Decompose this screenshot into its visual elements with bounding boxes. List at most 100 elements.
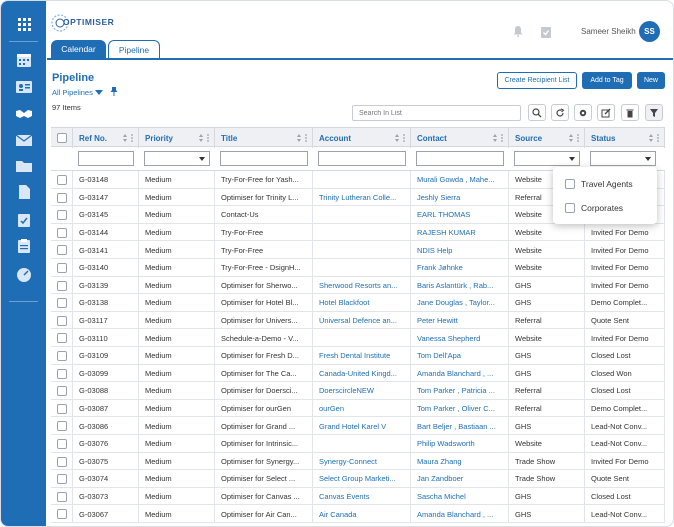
row-checkbox[interactable] (57, 245, 67, 256)
user-avatar[interactable]: SS (639, 21, 660, 42)
row-checkbox[interactable] (57, 315, 67, 326)
row-checkbox[interactable] (57, 263, 67, 273)
pin-icon[interactable] (110, 87, 118, 96)
select-all-checkbox[interactable] (57, 133, 67, 143)
pipeline-filter-dropdown[interactable]: All Pipelines (52, 88, 103, 97)
account-cell[interactable]: Canada-United Kingd... (313, 364, 411, 383)
table-row[interactable]: G-03144 Medium Try-For-Free RAJESH KUMAR Web… (51, 223, 665, 242)
account-cell[interactable]: Fresh Dental Institute (313, 347, 411, 365)
contact-cell[interactable]: NDIS Help (411, 241, 509, 259)
table-row[interactable]: G-03141 Medium Try-For-Free NDIS Help Websit… (51, 241, 665, 259)
add-to-tag-button[interactable]: Add to Tag (582, 72, 632, 89)
row-checkbox[interactable] (57, 386, 67, 397)
source-option-corporates[interactable]: Corporates (565, 202, 623, 214)
create-recipient-list-button[interactable]: Create Recipient List (497, 72, 577, 89)
row-checkbox[interactable] (57, 509, 67, 520)
table-row[interactable]: G-03067 Medium Optimiser for Air Can... Air… (51, 505, 665, 523)
column-header-account[interactable]: Account (313, 128, 411, 148)
apps-grid-icon[interactable] (15, 16, 33, 32)
contact-cell[interactable]: Tom Dell'Apa (411, 347, 509, 365)
search-input[interactable] (352, 105, 521, 121)
corporates-checkbox[interactable] (565, 203, 575, 213)
table-row[interactable]: G-03140 Medium Try-For-Free - DsignH... Fra… (51, 259, 665, 277)
contact-cell[interactable]: Amanda Blanchard , ... (411, 364, 509, 383)
contact-cell[interactable]: EARL THOMAS (411, 206, 509, 224)
account-cell[interactable]: DoerscircleNEW (313, 382, 411, 400)
table-row[interactable]: G-03138 Medium Optimiser for Hotel Bl... Ho… (51, 294, 665, 312)
table-row[interactable]: G-03073 Medium Optimiser for Canvas ... Can… (51, 487, 665, 506)
task-clipboard-icon[interactable] (540, 25, 552, 38)
filter-button[interactable] (645, 104, 663, 121)
row-checkbox[interactable] (57, 192, 67, 203)
search-button[interactable] (528, 104, 546, 121)
column-header-source[interactable]: Source (509, 128, 585, 148)
contact-cell[interactable]: Sascha Michel (411, 487, 509, 506)
column-header-status[interactable]: Status (585, 128, 665, 148)
row-checkbox[interactable] (57, 227, 67, 238)
account-cell[interactable]: Grand Hotel Karel V (313, 417, 411, 435)
table-row[interactable]: G-03087 Medium Optimiser for ourGen ourGen T… (51, 399, 665, 418)
row-checkbox[interactable] (57, 333, 67, 344)
account-cell[interactable]: Sherwood Resorts an... (313, 276, 411, 295)
row-checkbox[interactable] (57, 351, 67, 361)
dashboard-gauge-icon[interactable] (15, 266, 33, 282)
column-header-title[interactable]: Title (215, 128, 313, 148)
delete-button[interactable] (621, 104, 639, 121)
contact-cell[interactable]: Jeshly Sierra (411, 188, 509, 207)
row-checkbox[interactable] (57, 210, 67, 221)
contact-cell[interactable]: Frank Jøhnke (411, 259, 509, 277)
table-row[interactable]: G-03075 Medium Optimiser for Synergy... Syn… (51, 452, 665, 471)
clipboard-icon[interactable] (15, 238, 33, 254)
account-cell[interactable]: Air Canada (313, 505, 411, 523)
row-checkbox[interactable] (57, 368, 67, 379)
travel-agents-checkbox[interactable] (565, 179, 575, 189)
contact-cell[interactable]: Tom Parker , Oliver C... (411, 399, 509, 418)
contacts-card-icon[interactable] (15, 79, 33, 95)
contact-filter-input[interactable] (416, 151, 504, 166)
notification-bell-icon[interactable] (512, 25, 524, 37)
contact-cell[interactable]: Jan Zandboer (411, 470, 509, 488)
account-cell[interactable]: Universal Defence an... (313, 311, 411, 330)
column-header-ref-no[interactable]: Ref No. (73, 128, 139, 148)
row-checkbox[interactable] (57, 456, 67, 467)
contact-cell[interactable]: Murali Gowda , Mahe... (411, 171, 509, 189)
table-row[interactable]: G-03076 Medium Optimiser for Intrinsic... P… (51, 435, 665, 453)
table-row[interactable]: G-03139 Medium Optimiser for Sherwo... Sher… (51, 276, 665, 295)
column-header-contact[interactable]: Contact (411, 128, 509, 148)
ref-no-filter-input[interactable] (78, 151, 134, 166)
row-checkbox[interactable] (57, 403, 67, 414)
contact-cell[interactable]: Vanessa Shepherd (411, 329, 509, 347)
table-row[interactable]: G-03110 Medium Schedule-a-Demo - V... Vanes… (51, 329, 665, 347)
contact-cell[interactable]: RAJESH KUMAR (411, 223, 509, 242)
title-filter-input[interactable] (220, 151, 308, 166)
priority-filter-select[interactable] (144, 151, 210, 166)
contact-cell[interactable]: Bart Beljer , Bastiaan ... (411, 417, 509, 435)
calendar-icon[interactable] (15, 52, 33, 68)
tab-pipeline[interactable]: Pipeline (108, 40, 160, 58)
account-cell[interactable]: Select Group Marketi... (313, 470, 411, 488)
new-button[interactable]: New (637, 72, 665, 89)
row-checkbox[interactable] (57, 439, 67, 449)
document-icon[interactable] (15, 184, 33, 200)
table-row[interactable]: G-03099 Medium Optimiser for The Ca... Cana… (51, 364, 665, 383)
row-checkbox[interactable] (57, 280, 67, 291)
account-cell[interactable]: ourGen (313, 399, 411, 418)
account-filter-input[interactable] (318, 151, 406, 166)
table-row[interactable]: G-03074 Medium Optimiser for Select ... Sel… (51, 470, 665, 488)
tab-calendar[interactable]: Calendar (51, 40, 106, 58)
contact-cell[interactable]: Maura Zhang (411, 452, 509, 471)
table-row[interactable]: G-03086 Medium Optimiser for Grand ... Gran… (51, 417, 665, 435)
contact-cell[interactable]: Baris Aslantürk , Rab... (411, 276, 509, 295)
edit-button[interactable] (597, 104, 615, 121)
table-row[interactable]: G-03117 Medium Optimiser for Univers... Uni… (51, 311, 665, 330)
contact-cell[interactable]: Peter Hewitt (411, 311, 509, 330)
row-checkbox[interactable] (57, 474, 67, 485)
row-checkbox[interactable] (57, 175, 67, 185)
source-filter-select[interactable] (514, 151, 580, 166)
row-checkbox[interactable] (57, 491, 67, 502)
row-checkbox[interactable] (57, 298, 67, 309)
contact-cell[interactable]: Tom Parker , Patricia ... (411, 382, 509, 400)
status-filter-select[interactable] (590, 151, 656, 166)
source-option-travel-agents[interactable]: Travel Agents (565, 178, 633, 190)
account-cell[interactable]: Trinity Lutheran Colle... (313, 188, 411, 207)
